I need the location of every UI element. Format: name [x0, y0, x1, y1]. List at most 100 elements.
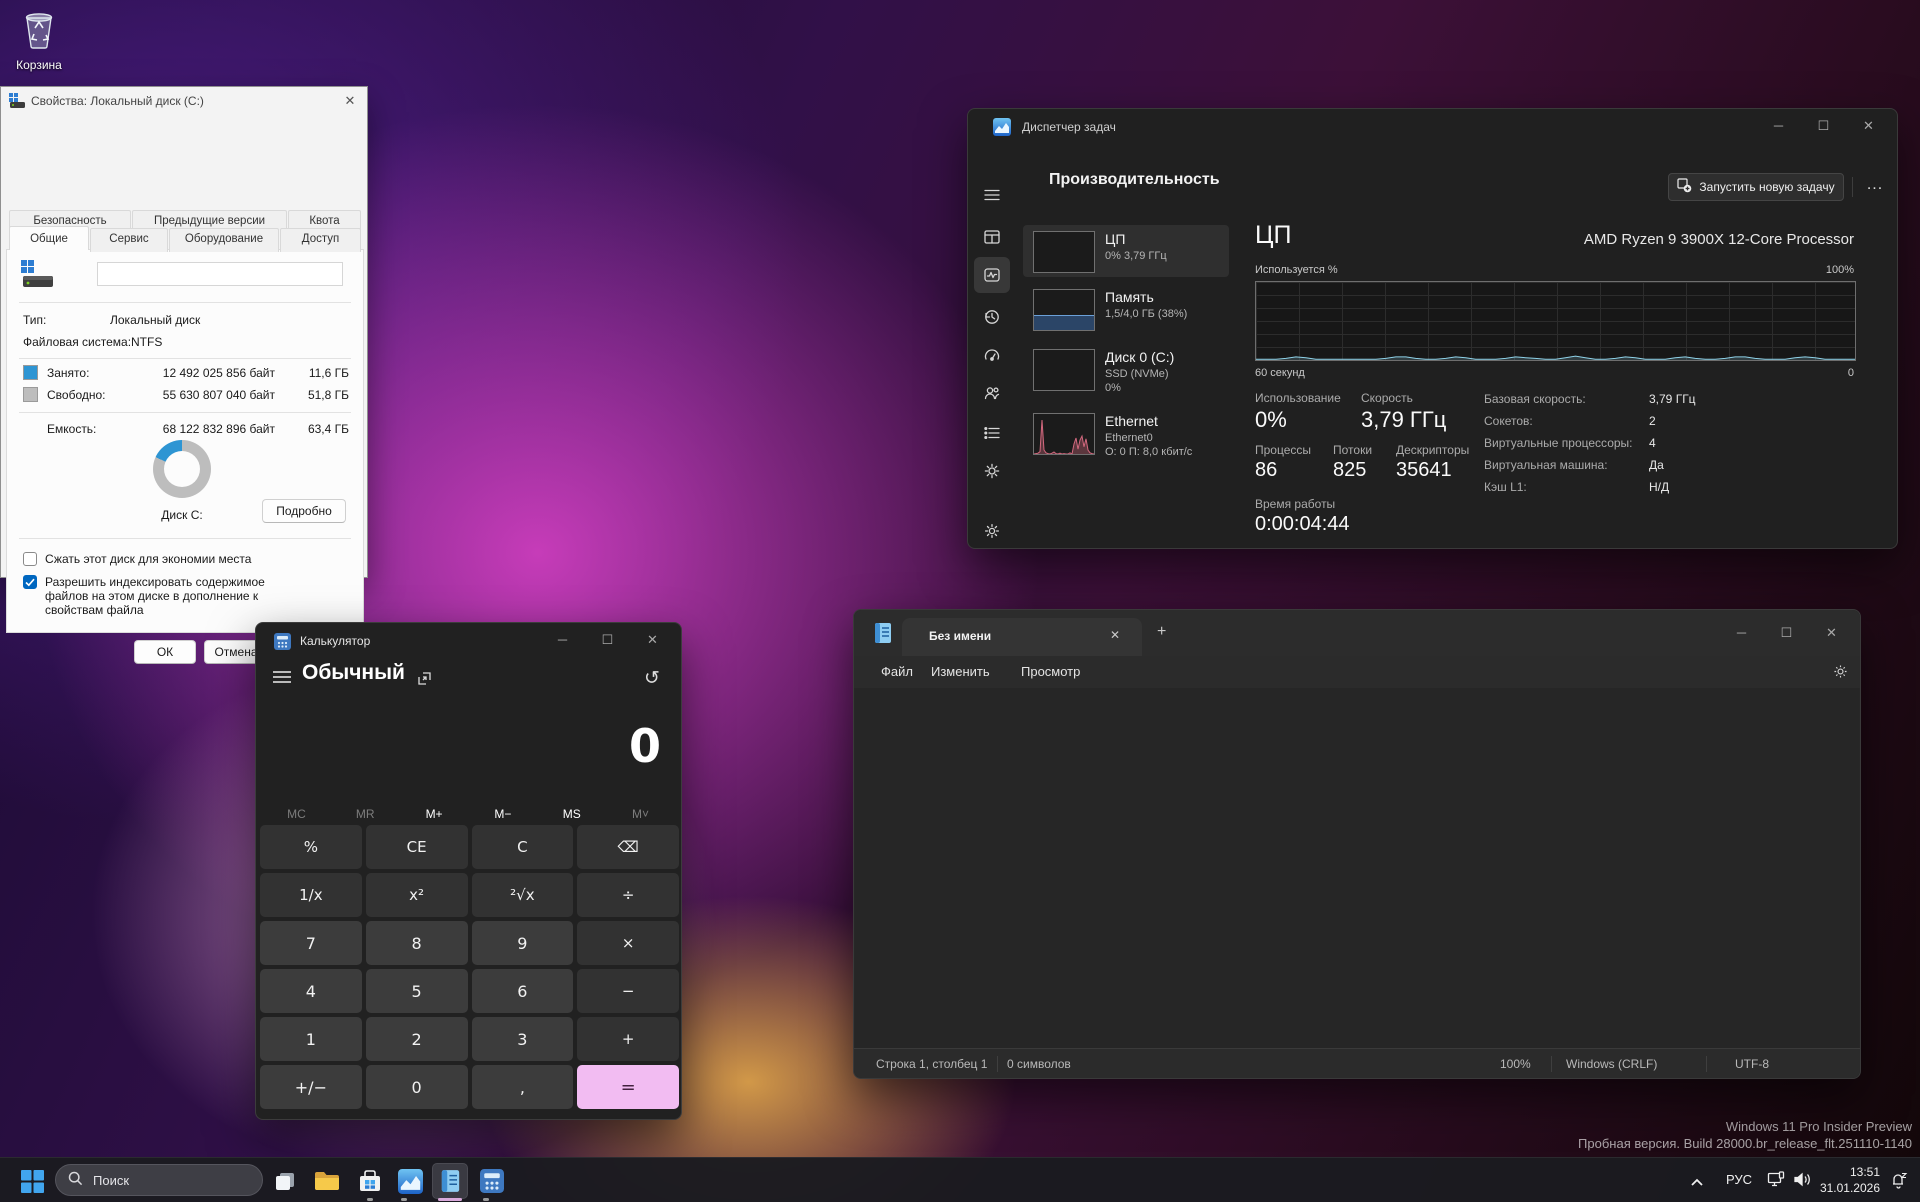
volume-name-input[interactable] — [97, 262, 343, 286]
key-6[interactable]: 6 — [472, 969, 574, 1013]
key-3[interactable]: 3 — [472, 1017, 574, 1061]
dialog-titlebar[interactable]: Свойства: Локальный диск (C:) ✕ — [1, 87, 367, 115]
negate-key[interactable]: +/− — [260, 1065, 362, 1109]
services-icon[interactable] — [974, 453, 1010, 489]
reciprocal-key[interactable]: 1/x — [260, 873, 362, 917]
maximize-icon[interactable]: ☐ — [1801, 109, 1846, 143]
key-9[interactable]: 9 — [472, 921, 574, 965]
multiply-key[interactable]: × — [577, 921, 679, 965]
memory-card-title: Память — [1105, 289, 1154, 305]
memory-recall-button[interactable]: MR — [331, 803, 400, 825]
history-icon[interactable]: ↺ — [644, 667, 660, 690]
network-icon[interactable] — [1767, 1171, 1786, 1193]
performance-icon[interactable] — [974, 257, 1010, 293]
run-new-task-button[interactable]: Запустить новую задачу — [1668, 173, 1844, 201]
close-icon[interactable]: ✕ — [1846, 109, 1891, 143]
task-view-button[interactable] — [267, 1163, 303, 1199]
key-8[interactable]: 8 — [366, 921, 468, 965]
calculator-menu-icon[interactable] — [272, 669, 292, 690]
graph-y-max: 100% — [1826, 264, 1854, 276]
key-7[interactable]: 7 — [260, 921, 362, 965]
key-2[interactable]: 2 — [366, 1017, 468, 1061]
memory-store-button[interactable]: MS — [537, 803, 606, 825]
subtract-key[interactable]: − — [577, 969, 679, 1013]
tab-tools[interactable]: Сервис — [90, 228, 168, 252]
memory-clear-button[interactable]: MC — [262, 803, 331, 825]
menu-edit[interactable]: Изменить — [931, 664, 990, 679]
close-icon[interactable]: ✕ — [1809, 616, 1854, 650]
notepad-taskbar-button[interactable] — [432, 1163, 468, 1199]
key-1[interactable]: 1 — [260, 1017, 362, 1061]
clear-entry-key[interactable]: CE — [366, 825, 468, 869]
taskbar-clock[interactable]: 13:51 31.01.2026 — [1820, 1164, 1880, 1196]
task-manager-titlebar[interactable]: Диспетчер задач ─ ☐ ✕ — [968, 109, 1897, 145]
memory-add-button[interactable]: M+ — [400, 803, 469, 825]
close-icon[interactable]: ✕ — [630, 623, 675, 657]
key-4[interactable]: 4 — [260, 969, 362, 1013]
task-manager-taskbar-button[interactable] — [392, 1163, 428, 1199]
volume-icon[interactable] — [1793, 1171, 1812, 1193]
tab-general[interactable]: Общие — [9, 226, 89, 250]
ethernet-card[interactable]: Ethernet Ethernet0 О: 0 П: 8,0 кбит/с — [1023, 407, 1229, 463]
maximize-icon[interactable]: ☐ — [1764, 616, 1809, 650]
clear-key[interactable]: C — [472, 825, 574, 869]
tab-hardware[interactable]: Оборудование — [169, 228, 279, 252]
memory-card[interactable]: Память 1,5/4,0 ГБ (38%) — [1023, 283, 1229, 335]
settings-gear-icon[interactable] — [974, 513, 1010, 549]
zoom-level[interactable]: 100% — [1500, 1057, 1531, 1071]
notepad-settings-gear-icon[interactable] — [1832, 663, 1849, 683]
task-manager-title: Диспетчер задач — [1022, 120, 1116, 134]
hidden-icons-chevron[interactable] — [1690, 1174, 1704, 1192]
calculator-taskbar-button[interactable] — [474, 1163, 510, 1199]
add-key[interactable]: + — [577, 1017, 679, 1061]
notepad-titlebar[interactable]: Без имени ✕ + ─ ☐ ✕ — [854, 610, 1860, 656]
equals-key[interactable]: = — [577, 1065, 679, 1109]
key-0[interactable]: 0 — [366, 1065, 468, 1109]
backspace-key[interactable]: ⌫ — [577, 825, 679, 869]
key-5[interactable]: 5 — [366, 969, 468, 1013]
minimize-icon[interactable]: ─ — [540, 623, 585, 657]
notepad-tab[interactable]: Без имени ✕ — [902, 618, 1142, 656]
menu-file[interactable]: Файл — [881, 664, 913, 679]
square-key[interactable]: x² — [366, 873, 468, 917]
encoding[interactable]: UTF-8 — [1735, 1057, 1769, 1071]
search-box[interactable]: Поиск — [55, 1164, 263, 1196]
calculator-mode[interactable]: Обычный — [302, 661, 405, 685]
percent-key[interactable]: % — [260, 825, 362, 869]
startup-apps-icon[interactable] — [974, 337, 1010, 373]
new-tab-icon[interactable]: + — [1157, 623, 1166, 641]
minimize-icon[interactable]: ─ — [1719, 616, 1764, 650]
keep-on-top-icon[interactable] — [416, 670, 433, 692]
start-button[interactable] — [14, 1163, 50, 1199]
tab-sharing[interactable]: Доступ — [280, 228, 361, 252]
tab-close-icon[interactable]: ✕ — [1110, 628, 1120, 642]
app-history-icon[interactable] — [974, 299, 1010, 335]
input-language[interactable]: РУС — [1726, 1172, 1752, 1187]
notepad-text-area[interactable] — [855, 688, 1859, 1048]
square-root-key[interactable]: ²√x — [472, 873, 574, 917]
file-explorer-button[interactable] — [309, 1163, 345, 1199]
line-ending[interactable]: Windows (CRLF) — [1566, 1057, 1657, 1071]
cpu-card[interactable]: ЦП 0% 3,79 ГГц — [1023, 225, 1229, 277]
index-checkbox[interactable] — [23, 575, 37, 589]
memory-flyout-button[interactable]: M˅ — [606, 803, 675, 825]
maximize-icon[interactable]: ☐ — [585, 623, 630, 657]
more-options-button[interactable]: ... — [1861, 173, 1889, 201]
menu-view[interactable]: Просмотр — [1021, 664, 1080, 679]
divide-key[interactable]: ÷ — [577, 873, 679, 917]
notification-bell-icon[interactable] — [1889, 1171, 1908, 1194]
disk-card[interactable]: Диск 0 (C:) SSD (NVMe) 0% — [1023, 343, 1229, 399]
microsoft-store-button[interactable] — [352, 1163, 388, 1199]
ok-button[interactable]: ОК — [134, 640, 196, 664]
decimal-key[interactable]: , — [472, 1065, 574, 1109]
processes-icon[interactable] — [974, 219, 1010, 255]
minimize-icon[interactable]: ─ — [1756, 109, 1801, 143]
details-button[interactable]: Подробно — [262, 499, 346, 523]
memory-subtract-button[interactable]: M− — [468, 803, 537, 825]
users-icon[interactable] — [974, 375, 1010, 411]
compress-checkbox[interactable] — [23, 552, 37, 566]
details-icon[interactable] — [974, 415, 1010, 451]
close-icon[interactable]: ✕ — [339, 91, 361, 111]
menu-icon[interactable] — [974, 177, 1010, 213]
recycle-bin[interactable]: Корзина — [8, 8, 70, 72]
